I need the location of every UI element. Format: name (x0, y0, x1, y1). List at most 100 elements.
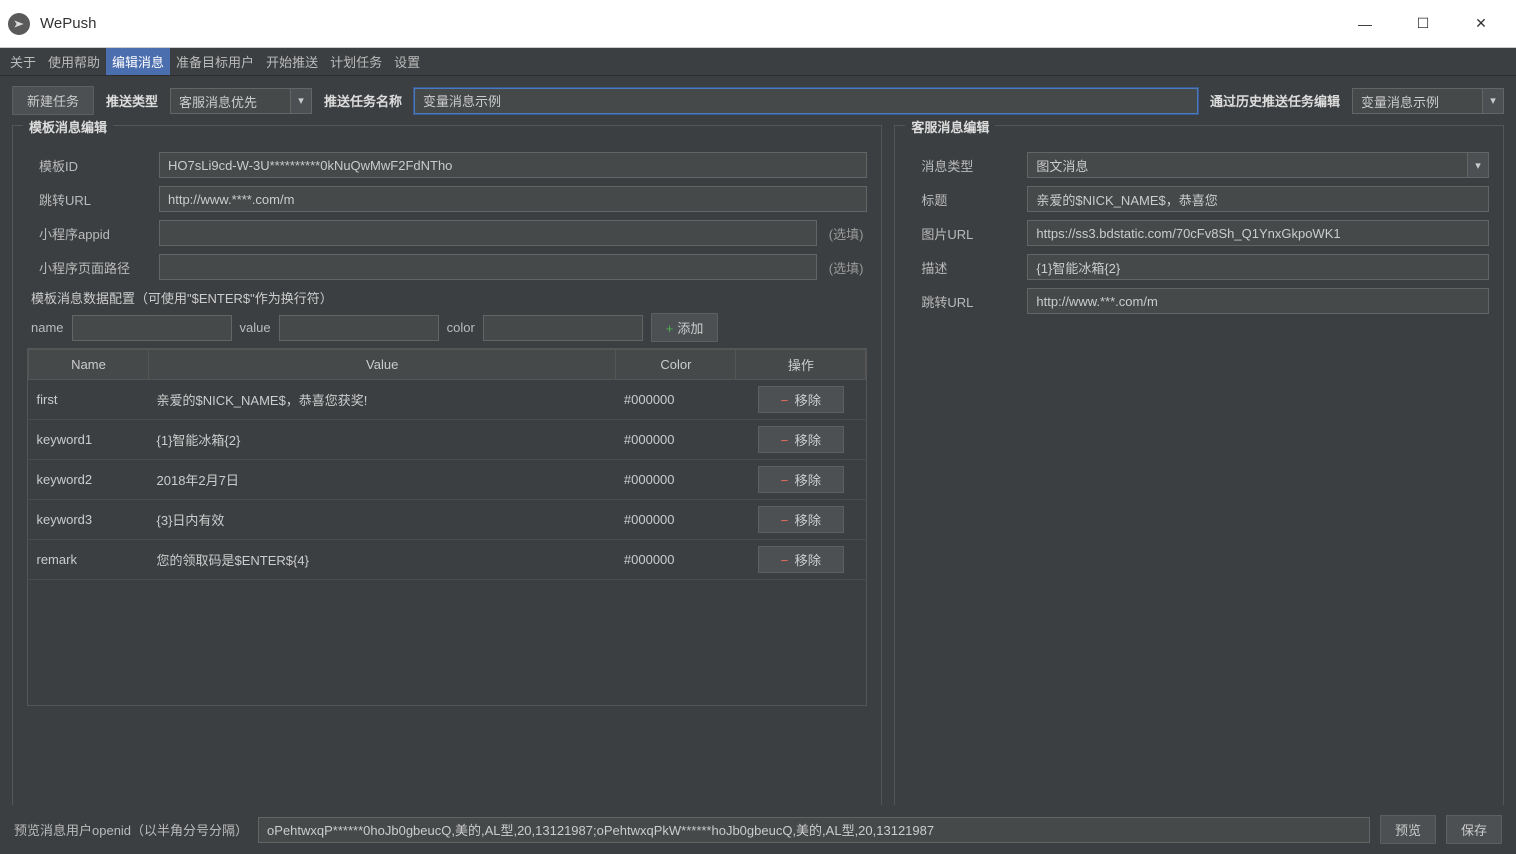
remove-button[interactable]: −移除 (758, 546, 844, 573)
menu-target-users[interactable]: 准备目标用户 (170, 48, 260, 75)
chevron-down-icon[interactable] (1467, 152, 1489, 178)
cell-value: 您的领取码是$ENTER${4} (149, 540, 616, 580)
kefu-title-label: 标题 (909, 190, 1019, 209)
remove-button[interactable]: −移除 (758, 426, 844, 453)
minimize-button[interactable]: — (1338, 0, 1392, 48)
template-id-label: 模板ID (27, 156, 151, 175)
color-field-input[interactable] (483, 315, 643, 341)
save-button[interactable]: 保存 (1446, 815, 1502, 844)
optional-hint: (选填) (825, 224, 868, 243)
kefu-panel: 客服消息编辑 消息类型 图文消息 标题 图片URL 描述 跳转URL (894, 125, 1504, 815)
task-name-label: 推送任务名称 (324, 91, 402, 110)
remove-button[interactable]: −移除 (758, 386, 844, 413)
menu-help[interactable]: 使用帮助 (42, 48, 106, 75)
table-row[interactable]: keyword1{1}智能冰箱{2}#000000 −移除 (29, 420, 866, 460)
add-button-label: 添加 (677, 321, 703, 336)
table-row[interactable]: keyword3{3}日内有效#000000 −移除 (29, 500, 866, 540)
col-action: 操作 (736, 350, 866, 380)
cell-name: keyword3 (29, 500, 149, 540)
history-value: 变量消息示例 (1352, 88, 1482, 114)
menu-scheduled[interactable]: 计划任务 (324, 48, 388, 75)
kefu-jump-url-label: 跳转URL (909, 292, 1019, 311)
cell-name: keyword1 (29, 420, 149, 460)
col-name: Name (29, 350, 149, 380)
push-type-value: 客服消息优先 (170, 88, 290, 114)
col-color: Color (616, 350, 736, 380)
menu-edit-message[interactable]: 编辑消息 (106, 48, 170, 75)
toolbar: 新建任务 推送类型 客服消息优先 推送任务名称 通过历史推送任务编辑 变量消息示… (0, 76, 1516, 125)
cell-name: first (29, 380, 149, 420)
history-select[interactable]: 变量消息示例 (1352, 88, 1504, 114)
push-type-select[interactable]: 客服消息优先 (170, 88, 312, 114)
cell-color: #000000 (616, 420, 736, 460)
cell-value: 2018年2月7日 (149, 460, 616, 500)
optional-hint-2: (选填) (825, 258, 868, 277)
cell-name: keyword2 (29, 460, 149, 500)
remove-button[interactable]: −移除 (758, 466, 844, 493)
msg-type-label: 消息类型 (909, 156, 1019, 175)
task-name-input[interactable] (414, 88, 1198, 114)
table-row[interactable]: keyword22018年2月7日#000000 −移除 (29, 460, 866, 500)
maximize-button[interactable]: ☐ (1396, 0, 1450, 48)
history-label: 通过历史推送任务编辑 (1210, 91, 1340, 110)
minus-icon: − (781, 513, 789, 528)
window-title: WePush (40, 15, 96, 32)
col-value: Value (149, 350, 616, 380)
cell-color: #000000 (616, 540, 736, 580)
footer: 预览消息用户openid（以半角分号分隔） 预览 保存 (0, 805, 1516, 854)
pic-url-input[interactable] (1027, 220, 1489, 246)
jump-url-input[interactable] (159, 186, 867, 212)
desc-label: 描述 (909, 258, 1019, 277)
chevron-down-icon[interactable] (290, 88, 312, 114)
cell-color: #000000 (616, 460, 736, 500)
push-type-label: 推送类型 (106, 91, 158, 110)
kefu-jump-url-input[interactable] (1027, 288, 1489, 314)
chevron-down-icon[interactable] (1482, 88, 1504, 114)
table-row[interactable]: first亲爱的$NICK_NAME$，恭喜您获奖!#000000 −移除 (29, 380, 866, 420)
plus-icon: + (666, 321, 674, 336)
cell-color: #000000 (616, 500, 736, 540)
mini-appid-input[interactable] (159, 220, 817, 246)
menu-about[interactable]: 关于 (4, 48, 42, 75)
jump-url-label: 跳转URL (27, 190, 151, 209)
mini-path-input[interactable] (159, 254, 817, 280)
cell-value: {1}智能冰箱{2} (149, 420, 616, 460)
add-button[interactable]: +添加 (651, 313, 719, 342)
color-field-label: color (443, 320, 479, 335)
cell-value: {3}日内有效 (149, 500, 616, 540)
remove-button[interactable]: −移除 (758, 506, 844, 533)
menu-settings[interactable]: 设置 (388, 48, 426, 75)
preview-openid-label: 预览消息用户openid（以半角分号分隔） (14, 820, 248, 839)
cell-value: 亲爱的$NICK_NAME$，恭喜您获奖! (149, 380, 616, 420)
cell-name: remark (29, 540, 149, 580)
preview-openid-input[interactable] (258, 817, 1370, 843)
template-id-input[interactable] (159, 152, 867, 178)
value-field-label: value (236, 320, 275, 335)
titlebar: WePush — ☐ ✕ (0, 0, 1516, 48)
cell-color: #000000 (616, 380, 736, 420)
kefu-title-input[interactable] (1027, 186, 1489, 212)
minus-icon: − (781, 473, 789, 488)
preview-button[interactable]: 预览 (1380, 815, 1436, 844)
menubar: 关于 使用帮助 编辑消息 准备目标用户 开始推送 计划任务 设置 (0, 48, 1516, 76)
msg-type-select[interactable]: 图文消息 (1027, 152, 1489, 178)
minus-icon: − (781, 433, 789, 448)
minus-icon: − (781, 393, 789, 408)
close-button[interactable]: ✕ (1454, 0, 1508, 48)
menu-start-push[interactable]: 开始推送 (260, 48, 324, 75)
new-task-button[interactable]: 新建任务 (12, 86, 94, 115)
desc-input[interactable] (1027, 254, 1489, 280)
value-field-input[interactable] (279, 315, 439, 341)
template-panel-title: 模板消息编辑 (23, 117, 113, 136)
table-row[interactable]: remark您的领取码是$ENTER${4}#000000 −移除 (29, 540, 866, 580)
config-hint: 模板消息数据配置（可使用"$ENTER$"作为换行符） (31, 288, 867, 307)
kefu-panel-title: 客服消息编辑 (905, 117, 995, 136)
template-panel: 模板消息编辑 模板ID 跳转URL 小程序appid (选填) 小程序页面路径 … (12, 125, 882, 815)
msg-type-value: 图文消息 (1027, 152, 1467, 178)
mini-appid-label: 小程序appid (27, 224, 151, 243)
pic-url-label: 图片URL (909, 224, 1019, 243)
name-field-input[interactable] (72, 315, 232, 341)
minus-icon: − (781, 553, 789, 568)
mini-path-label: 小程序页面路径 (27, 258, 151, 277)
template-data-table: Name Value Color 操作 first亲爱的$NICK_NAME$，… (28, 349, 866, 580)
